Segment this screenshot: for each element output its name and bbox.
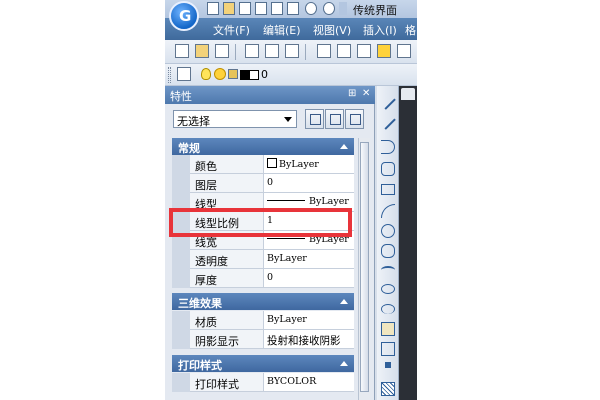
preview-icon[interactable] <box>287 2 299 15</box>
circle-icon[interactable] <box>381 224 395 238</box>
print-icon[interactable] <box>271 2 283 15</box>
chevron-down-icon <box>284 117 292 122</box>
property-row-linetype-scale[interactable]: 线型比例 1 <box>172 212 354 231</box>
close-icon[interactable]: ✕ <box>362 88 370 99</box>
construction-line-icon[interactable] <box>380 114 396 130</box>
pin-icon[interactable]: ⊞ <box>348 88 356 99</box>
selection-value: 无选择 <box>177 115 210 128</box>
rectangle-icon[interactable] <box>381 184 395 195</box>
layer-lock-icon[interactable] <box>228 69 238 79</box>
layer-color-white-icon[interactable] <box>249 70 259 80</box>
draw-toolbar <box>377 86 399 400</box>
menu-bar: 文件(F) 编辑(E) 视图(V) 插入(I) 格 <box>165 18 417 40</box>
chevron-up-icon <box>340 361 348 366</box>
current-layer-value[interactable]: 0 <box>261 68 268 81</box>
menu-insert[interactable]: 插入(I) <box>363 22 397 38</box>
point-icon[interactable] <box>385 362 391 368</box>
menu-view[interactable]: 视图(V) <box>313 22 351 38</box>
ellipse-icon[interactable] <box>381 284 395 294</box>
arc-icon[interactable] <box>381 204 395 218</box>
section-general[interactable]: 常规 <box>172 138 354 155</box>
section-plot-style[interactable]: 打印样式 <box>172 355 354 372</box>
ellipse-arc-icon[interactable] <box>381 304 395 314</box>
quick-select-button[interactable] <box>345 109 364 129</box>
cut-icon[interactable] <box>317 44 331 58</box>
revision-cloud-icon[interactable] <box>381 244 395 258</box>
cad-window: 传统界面 G 文件(F) 编辑(E) 视图(V) 插入(I) 格 0 特性 ⊞ … <box>165 0 417 400</box>
save-icon[interactable] <box>239 2 251 15</box>
paste-icon[interactable] <box>357 44 371 58</box>
property-row-linetype[interactable]: 线型 ByLayer <box>172 193 354 212</box>
quick-access-dropdown-icon[interactable] <box>339 2 347 15</box>
window-title: 传统界面 <box>353 4 397 17</box>
redo-icon[interactable] <box>323 2 335 15</box>
lineweight-sample <box>267 238 305 239</box>
palette-header: 特性 ⊞ ✕ <box>165 86 375 104</box>
toolbar-separator <box>305 44 306 60</box>
layer-manager-icon[interactable] <box>177 67 191 81</box>
title-bar: 传统界面 <box>165 0 417 18</box>
drawing-tab[interactable] <box>401 88 415 100</box>
drawing-canvas[interactable] <box>399 86 417 400</box>
spline-icon[interactable] <box>381 266 395 274</box>
insert-block-icon[interactable] <box>381 322 395 336</box>
line-icon[interactable] <box>380 94 396 110</box>
chevron-up-icon <box>340 299 348 304</box>
app-logo[interactable]: G <box>169 1 199 31</box>
selection-dropdown[interactable]: 无选择 <box>173 110 297 128</box>
toolbar-grip[interactable] <box>168 67 171 83</box>
section-3d-effects[interactable]: 三维效果 <box>172 293 354 310</box>
layer-toolbar <box>165 64 417 86</box>
toolbar-separator <box>235 44 236 60</box>
undo-icon[interactable] <box>305 2 317 15</box>
layer-thaw-icon[interactable] <box>214 68 226 80</box>
property-row-lineweight[interactable]: 线宽 ByLayer <box>172 231 354 250</box>
property-row-layer[interactable]: 图层 0 <box>172 174 354 193</box>
scrollbar-thumb[interactable] <box>360 142 369 392</box>
standard-toolbar <box>165 40 417 64</box>
layer-on-icon[interactable] <box>201 68 211 80</box>
match-properties-icon[interactable] <box>377 44 391 58</box>
property-row-thickness[interactable]: 厚度 0 <box>172 269 354 288</box>
new-file-icon[interactable] <box>207 2 219 15</box>
property-row-shadow-display[interactable]: 阴影显示 投射和接收阴影 <box>172 330 354 349</box>
save-icon[interactable] <box>215 44 229 58</box>
color-swatch-icon <box>267 158 277 168</box>
block-editor-icon[interactable] <box>397 44 411 58</box>
new-icon[interactable] <box>175 44 189 58</box>
open-icon[interactable] <box>195 44 209 58</box>
chevron-up-icon <box>340 144 348 149</box>
palette-scrollbar[interactable] <box>358 138 370 400</box>
properties-palette: 特性 ⊞ ✕ 无选择 常规 颜色 ByLayer 图层 0 线型 ByLayer… <box>165 86 375 400</box>
palette-title: 特性 <box>170 90 192 103</box>
polygon-icon[interactable] <box>381 162 395 176</box>
print-preview-icon[interactable] <box>265 44 279 58</box>
open-file-icon[interactable] <box>223 2 235 15</box>
save-as-icon[interactable] <box>255 2 267 15</box>
copy-icon[interactable] <box>337 44 351 58</box>
menu-edit[interactable]: 编辑(E) <box>263 22 301 38</box>
publish-icon[interactable] <box>285 44 299 58</box>
menu-format[interactable]: 格 <box>405 22 416 38</box>
hatch-icon[interactable] <box>381 382 395 396</box>
select-objects-button[interactable] <box>325 109 344 129</box>
linetype-sample <box>267 200 305 201</box>
property-row-plot-style[interactable]: 打印样式 BYCOLOR <box>172 373 354 392</box>
print-icon[interactable] <box>245 44 259 58</box>
property-row-transparency[interactable]: 透明度 ByLayer <box>172 250 354 269</box>
polyline-icon[interactable] <box>381 140 395 154</box>
menu-file[interactable]: 文件(F) <box>213 22 250 38</box>
property-row-color[interactable]: 颜色 ByLayer <box>172 155 354 174</box>
toggle-pickadd-button[interactable] <box>305 109 324 129</box>
make-block-icon[interactable] <box>381 342 395 356</box>
property-row-material[interactable]: 材质 ByLayer <box>172 311 354 330</box>
